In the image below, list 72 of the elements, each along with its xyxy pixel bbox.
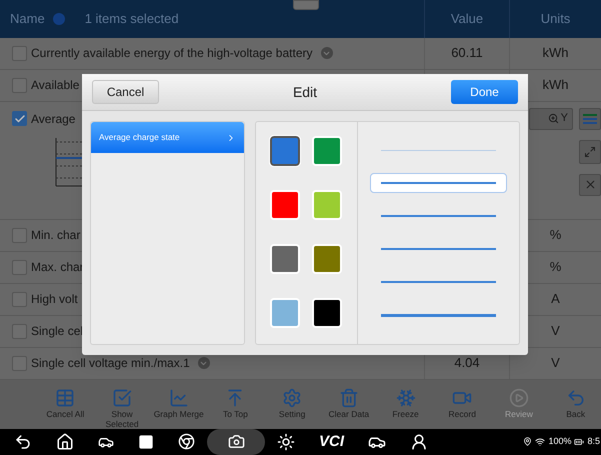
toolbar-button[interactable]: Cancel All — [40, 388, 91, 419]
parameter-name: Max. char — [31, 259, 84, 276]
list-item[interactable]: Average charge state — [91, 122, 244, 153]
toolbar-button[interactable]: Clear Data — [324, 388, 374, 419]
expand-icon — [584, 146, 596, 158]
toolbar-button[interactable]: Show Selected — [96, 388, 148, 429]
value-column-header: Value — [450, 10, 484, 28]
checkbox[interactable] — [12, 228, 27, 243]
back-icon[interactable] — [14, 432, 32, 451]
battery-level: 100% — [548, 435, 572, 448]
checkbox[interactable] — [12, 260, 27, 275]
parameter-unit: % — [550, 226, 562, 244]
line-width-option[interactable] — [370, 173, 507, 193]
expand-button[interactable] — [579, 140, 601, 164]
back-icon — [566, 388, 586, 408]
battery-icon — [574, 436, 584, 447]
toolbar-button[interactable]: Record — [436, 388, 488, 419]
user-icon[interactable] — [410, 432, 428, 451]
checkbox[interactable] — [12, 292, 27, 307]
checkbox[interactable] — [12, 46, 27, 61]
home-icon[interactable] — [56, 432, 74, 451]
parameter-unit: V — [551, 354, 560, 372]
parameter-name: High volt — [31, 291, 78, 308]
drag-handle[interactable] — [293, 0, 319, 10]
parameter-unit: kWh — [542, 44, 568, 62]
parameter-unit: V — [551, 322, 560, 340]
checkbox[interactable] — [12, 111, 27, 126]
checkbox[interactable] — [12, 356, 27, 371]
location-icon — [523, 437, 532, 446]
graph-icon — [168, 388, 189, 408]
checkbox[interactable] — [12, 324, 27, 339]
toolbar-button[interactable]: Back — [550, 388, 601, 419]
name-column-header[interactable]: Name — [10, 9, 45, 29]
parameter-name: Single cell voltage min./max.1 — [31, 355, 190, 372]
parameter-unit: kWh — [542, 76, 568, 94]
toolbar-button[interactable]: Freeze — [380, 388, 431, 419]
zoom-y-button[interactable]: Y — [529, 108, 573, 130]
recents-icon[interactable] — [138, 434, 154, 450]
units-column-header: Units — [540, 10, 570, 28]
toolbar-button[interactable]: To Top — [210, 388, 261, 419]
parameter-unit: A — [551, 290, 560, 308]
cancel-button[interactable]: Cancel — [92, 80, 159, 104]
parameter-name: Available — [31, 77, 80, 94]
wifi-icon — [535, 436, 546, 447]
close-icon — [584, 178, 596, 192]
parameter-name: Single cel — [31, 323, 84, 340]
parameter-value: 4.04 — [454, 354, 480, 372]
toolbar-button[interactable]: Setting — [266, 388, 318, 419]
parameter-unit: % — [550, 258, 562, 276]
item-label: Average charge state — [99, 131, 180, 144]
toolbar-button[interactable]: Graph Merge — [153, 388, 204, 419]
info-icon[interactable] — [198, 357, 210, 370]
freeze-icon — [396, 388, 416, 408]
parameter-name: Min. char — [31, 227, 80, 244]
clock: 8:5 — [587, 435, 600, 448]
parameter-value: 60.11 — [451, 44, 483, 62]
brightness-icon[interactable] — [277, 432, 295, 451]
parameter-name: Currently available energy of the high-voltage battery — [31, 45, 312, 62]
setting-icon — [282, 388, 302, 408]
parameter-name: Average — [31, 110, 76, 128]
camera-icon — [228, 433, 244, 450]
browser-icon[interactable] — [178, 433, 195, 450]
dialog-title: Edit — [292, 82, 318, 102]
vci-label[interactable]: VCI — [319, 430, 344, 454]
info-icon[interactable] — [320, 47, 332, 60]
zoom-icon — [548, 113, 559, 124]
done-button[interactable]: Done — [451, 80, 518, 104]
screenshot-button[interactable] — [207, 428, 265, 455]
color-swatch[interactable] — [270, 136, 300, 166]
close-button[interactable] — [579, 174, 601, 196]
checkbox[interactable] — [12, 78, 27, 93]
selection-count: 1 items selected — [84, 10, 179, 28]
